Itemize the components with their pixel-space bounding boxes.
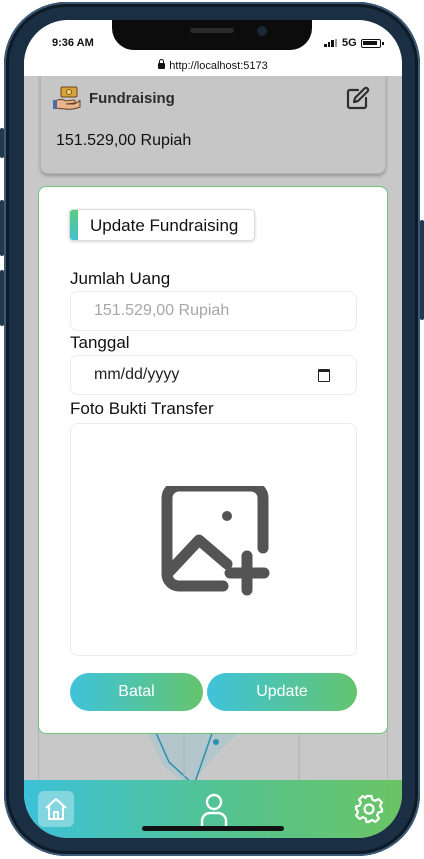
screen: 9:36 AM 5G http://localhost:5173 Fundrai…	[24, 20, 402, 838]
nav-home-button[interactable]	[38, 791, 74, 827]
user-icon[interactable]	[200, 793, 228, 827]
modal-title: Update Fundraising	[90, 216, 239, 235]
page-content: Fundraising 151.529,00 Rupiah Update Fun…	[24, 76, 402, 780]
modal-header: Update Fundraising	[69, 209, 255, 241]
update-button[interactable]: Update	[207, 673, 357, 711]
edit-icon[interactable]	[345, 85, 371, 111]
photo-label: Foto Bukti Transfer	[70, 399, 214, 418]
signal-icon	[324, 39, 338, 47]
mute-switch	[0, 128, 4, 158]
gear-icon[interactable]	[354, 794, 384, 824]
amount-input[interactable]: 151.529,00 Rupiah	[70, 291, 357, 331]
summary-title: Fundraising	[89, 90, 175, 107]
phone-frame: 9:36 AM 5G http://localhost:5173 Fundrai…	[0, 0, 424, 859]
date-label: Tanggal	[70, 333, 130, 352]
date-input[interactable]: mm/dd/yyyy	[70, 355, 357, 395]
network-type: 5G	[342, 37, 357, 49]
power-button	[420, 220, 424, 320]
volume-up-button	[0, 200, 4, 256]
camera-notch	[112, 20, 312, 50]
front-camera	[257, 26, 267, 36]
add-image-icon	[161, 486, 270, 596]
home-icon	[45, 798, 67, 820]
fundraising-summary-card: Fundraising 151.529,00 Rupiah	[40, 76, 386, 174]
status-bar: 9:36 AM 5G http://localhost:5173	[24, 20, 402, 76]
battery-icon	[361, 39, 384, 48]
money-hand-icon	[53, 86, 81, 110]
date-placeholder: mm/dd/yyyy	[94, 366, 180, 383]
calendar-icon[interactable]	[318, 369, 330, 382]
summary-amount: 151.529,00 Rupiah	[56, 132, 192, 149]
url-text: http://localhost:5173	[169, 60, 268, 72]
home-indicator	[142, 826, 284, 831]
status-time: 9:36 AM	[52, 37, 94, 49]
header-accent	[70, 210, 78, 240]
lock-icon	[158, 59, 166, 69]
amount-label: Jumlah Uang	[70, 269, 171, 288]
cancel-button[interactable]: Batal	[70, 673, 203, 711]
volume-down-button	[0, 270, 4, 326]
photo-upload-area[interactable]	[70, 423, 357, 656]
url-bar[interactable]: http://localhost:5173	[24, 56, 402, 76]
update-fundraising-modal: Update Fundraising Jumlah Uang 151.529,0…	[38, 186, 388, 734]
speaker	[190, 28, 234, 33]
